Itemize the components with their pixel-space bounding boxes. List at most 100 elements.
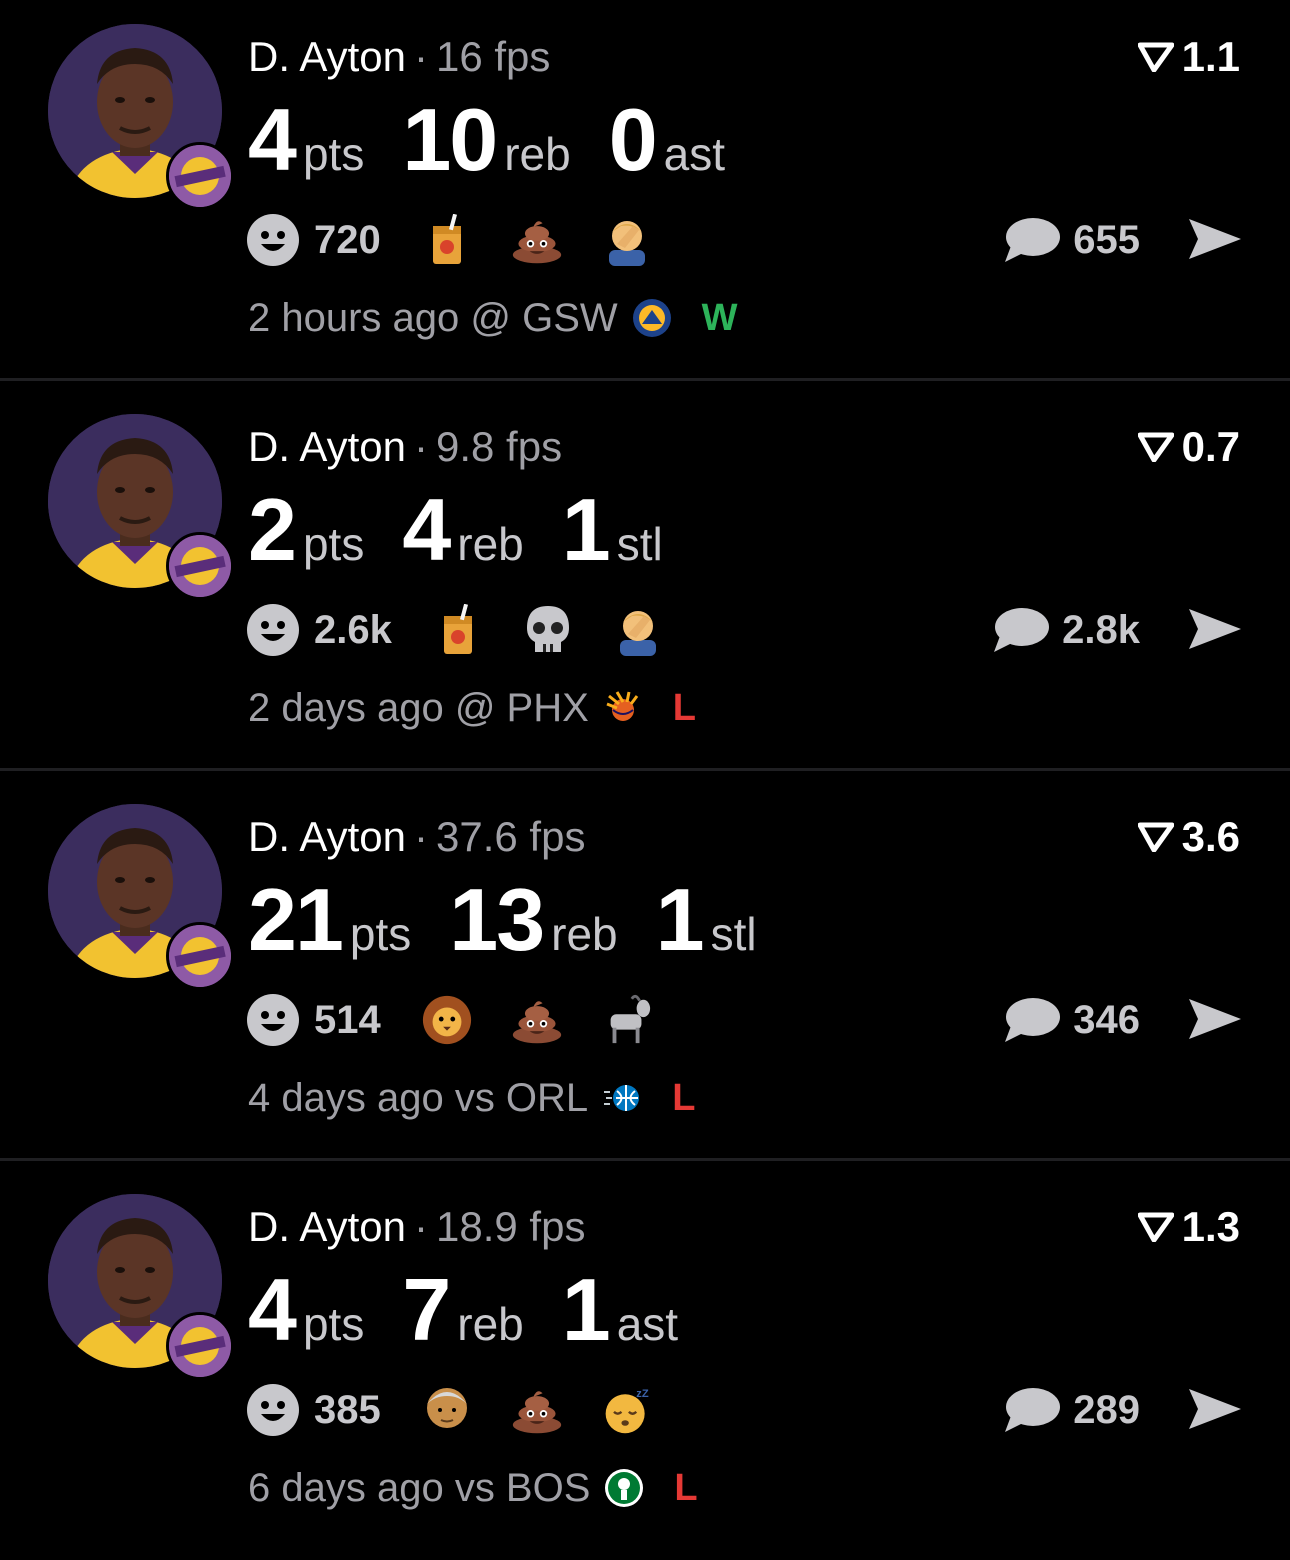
stat-value: 7 bbox=[402, 1260, 451, 1359]
comments-button[interactable]: 289 bbox=[1003, 1382, 1140, 1438]
juice-box-icon[interactable] bbox=[432, 604, 484, 656]
stat-line: 4 pts 7 reb 1 ast bbox=[248, 1262, 716, 1358]
send-icon bbox=[1189, 999, 1241, 1039]
add-reaction-icon[interactable] bbox=[246, 603, 300, 657]
stat-label: pts bbox=[302, 518, 365, 570]
stat-reb: 4 reb bbox=[402, 482, 523, 578]
lakers-logo-icon bbox=[166, 142, 234, 210]
reactions-bar: 2.6k bbox=[246, 602, 702, 658]
stat-value: 21 bbox=[248, 870, 344, 969]
stat-reb: 7 reb bbox=[402, 1262, 523, 1358]
sleeping-face-icon[interactable]: zZ bbox=[601, 1384, 653, 1436]
game-description: 2 days ago @ PHX bbox=[248, 686, 589, 730]
stat-pts: 21 pts bbox=[248, 872, 411, 968]
reactions-bar: 385 zZ bbox=[246, 1382, 691, 1438]
warriors-logo-icon bbox=[632, 298, 672, 338]
old-man-icon[interactable] bbox=[421, 1384, 473, 1436]
emoji-list: zZ bbox=[421, 1384, 691, 1436]
lion-icon[interactable] bbox=[421, 994, 473, 1046]
stat-label: reb bbox=[551, 908, 618, 960]
stat-reb: 10 reb bbox=[402, 92, 570, 188]
juice-box-icon[interactable] bbox=[421, 214, 473, 266]
stat-pts: 4 pts bbox=[248, 92, 364, 188]
poop-icon[interactable] bbox=[511, 994, 563, 1046]
stat-label: reb bbox=[457, 518, 524, 570]
share-button[interactable] bbox=[1186, 1382, 1244, 1436]
comments-button[interactable]: 2.8k bbox=[992, 602, 1140, 658]
comment-icon bbox=[1005, 218, 1061, 262]
rating-icon bbox=[1137, 42, 1174, 72]
stat-label: ast bbox=[663, 128, 726, 180]
player-header: D. Ayton · 18.9 fps bbox=[248, 1202, 585, 1252]
share-button[interactable] bbox=[1186, 602, 1244, 656]
facepalm-icon[interactable] bbox=[612, 604, 664, 656]
suns-logo-icon bbox=[603, 688, 643, 728]
stat-label: pts bbox=[302, 1298, 365, 1350]
comment-icon bbox=[1005, 998, 1061, 1042]
game-result: W bbox=[701, 297, 738, 339]
stat-label: reb bbox=[504, 128, 571, 180]
player-card[interactable]: D. Ayton · 16 fps 1.1 4 pts 10 reb 0 ast 720 bbox=[0, 0, 1290, 390]
game-info[interactable]: 2 hours ago @ GSW W bbox=[248, 294, 738, 342]
game-info[interactable]: 2 days ago @ PHX L bbox=[248, 684, 696, 732]
player-card[interactable]: D. Ayton · 18.9 fps 1.3 4 pts 7 reb 1 ast 385 z… bbox=[0, 1170, 1290, 1560]
celtics-logo-icon bbox=[604, 1468, 644, 1508]
stat-label: ast bbox=[616, 1298, 679, 1350]
player-name[interactable]: D. Ayton bbox=[248, 423, 406, 470]
stat-value: 0 bbox=[608, 90, 658, 189]
separator: · bbox=[414, 33, 428, 80]
comment-count: 289 bbox=[1073, 1387, 1140, 1432]
emoji-list bbox=[421, 994, 691, 1046]
reaction-count: 385 bbox=[314, 1387, 381, 1432]
rating-value: 1.1 bbox=[1181, 33, 1240, 80]
stat-value: 4 bbox=[248, 90, 297, 189]
player-header: D. Ayton · 37.6 fps bbox=[248, 812, 585, 862]
reaction-count: 720 bbox=[314, 217, 381, 262]
stat-label: pts bbox=[349, 908, 412, 960]
send-icon bbox=[1189, 219, 1241, 259]
game-info[interactable]: 6 days ago vs BOS L bbox=[248, 1464, 698, 1512]
send-icon bbox=[1189, 609, 1241, 649]
player-header: D. Ayton · 9.8 fps bbox=[248, 422, 562, 472]
poop-icon[interactable] bbox=[511, 1384, 563, 1436]
comment-count: 2.8k bbox=[1062, 607, 1140, 652]
comments-button[interactable]: 655 bbox=[1003, 212, 1140, 268]
facepalm-icon[interactable] bbox=[601, 214, 653, 266]
comment-icon bbox=[994, 608, 1050, 652]
skull-icon[interactable] bbox=[522, 604, 574, 656]
player-name[interactable]: D. Ayton bbox=[248, 813, 406, 860]
player-card[interactable]: D. Ayton · 37.6 fps 3.6 21 pts 13 reb 1 stl 514 bbox=[0, 780, 1290, 1170]
share-button[interactable] bbox=[1186, 992, 1244, 1046]
game-info[interactable]: 4 days ago vs ORL L bbox=[248, 1074, 695, 1122]
lakers-logo-icon bbox=[166, 532, 234, 600]
player-name[interactable]: D. Ayton bbox=[248, 1203, 406, 1250]
stat-value: 10 bbox=[402, 90, 498, 189]
comments-button[interactable]: 346 bbox=[1003, 992, 1140, 1048]
player-name[interactable]: D. Ayton bbox=[248, 33, 406, 80]
emoji-list bbox=[432, 604, 702, 656]
reactions-bar: 720 bbox=[246, 212, 691, 268]
comment-icon bbox=[1005, 1388, 1061, 1432]
stat-ast: 1 ast bbox=[562, 1262, 678, 1358]
add-reaction-icon[interactable] bbox=[246, 1383, 300, 1437]
stat-stl: 1 stl bbox=[656, 872, 757, 968]
stat-label: reb bbox=[457, 1298, 524, 1350]
stat-value: 2 bbox=[248, 480, 297, 579]
reaction-count: 2.6k bbox=[314, 607, 392, 652]
rating-icon bbox=[1137, 1212, 1174, 1242]
add-reaction-icon[interactable] bbox=[246, 213, 300, 267]
rating: 1.1 bbox=[1137, 32, 1240, 82]
goat-icon[interactable] bbox=[601, 994, 653, 1046]
emoji-list bbox=[421, 214, 691, 266]
stat-reb: 13 reb bbox=[449, 872, 617, 968]
stat-label: stl bbox=[710, 908, 757, 960]
reactions-bar: 514 bbox=[246, 992, 691, 1048]
player-card[interactable]: D. Ayton · 9.8 fps 0.7 2 pts 4 reb 1 stl 2.6k bbox=[0, 390, 1290, 780]
separator: · bbox=[414, 1203, 428, 1250]
poop-icon[interactable] bbox=[511, 214, 563, 266]
add-reaction-icon[interactable] bbox=[246, 993, 300, 1047]
stat-line: 21 pts 13 reb 1 stl bbox=[248, 872, 795, 968]
rating-value: 1.3 bbox=[1181, 1203, 1240, 1250]
share-button[interactable] bbox=[1186, 212, 1244, 266]
rating-icon bbox=[1137, 432, 1174, 462]
